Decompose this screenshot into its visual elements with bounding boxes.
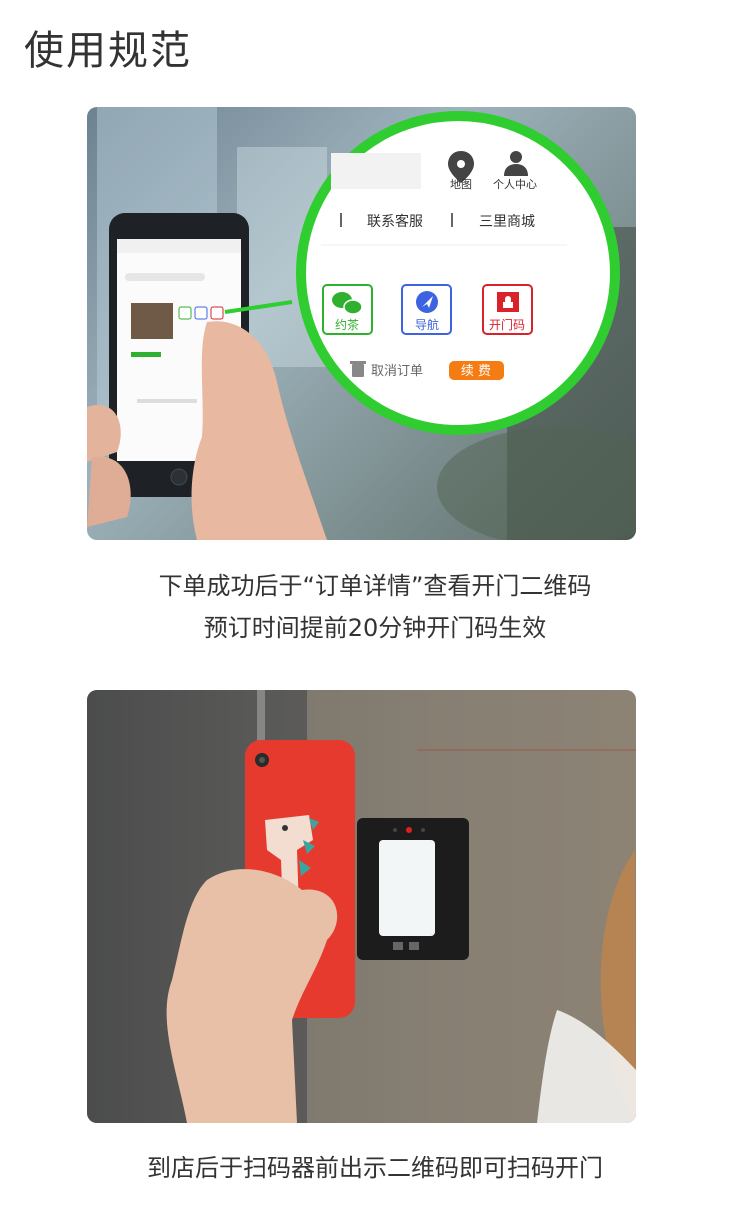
qr-scanner [357,818,469,960]
tea-button: 约茶 [322,284,373,335]
step1-caption-line2: 预订时间提前20分钟开门码生效 [203,614,547,642]
tea-label: 约茶 [335,317,359,332]
map-label: 地图 [450,178,472,191]
door-code-button: 开门码 [482,284,533,335]
door-code-label: 开门码 [489,317,525,332]
navigation-label: 导航 [415,317,439,332]
navigation-button: 导航 [401,284,452,335]
cancel-order: 取消订单 [350,361,423,379]
step1-caption: 下单成功后于“订单详情”查看开门二维码 预订时间提前20分钟开门码生效 [0,565,750,649]
navigation-icon [416,291,438,313]
renew-button: 续 费 [449,361,504,380]
step1-caption-line1: 下单成功后于“订单详情”查看开门二维码 [158,572,592,600]
zoom-detail: 地图 个人中心 联系客服 三里商城 约茶 导航 开门码 取消订单 续 费 [296,111,620,435]
renew-label: 续 费 [461,364,491,379]
contact-service-link: 联系客服 [367,213,423,230]
mall-link: 三里商城 [479,214,535,230]
lock-icon [497,292,519,312]
page-title: 使用规范 [24,28,192,74]
order-detail-photo: 地图 个人中心 联系客服 三里商城 约茶 导航 开门码 取消订单 续 费 [87,107,636,540]
profile-label: 个人中心 [493,178,537,191]
scan-door-photo [87,690,636,1123]
trash-icon [350,361,366,377]
step2-caption: 到店后于扫码器前出示二维码即可扫码开门 [147,1154,603,1182]
cancel-order-label: 取消订单 [371,364,423,379]
